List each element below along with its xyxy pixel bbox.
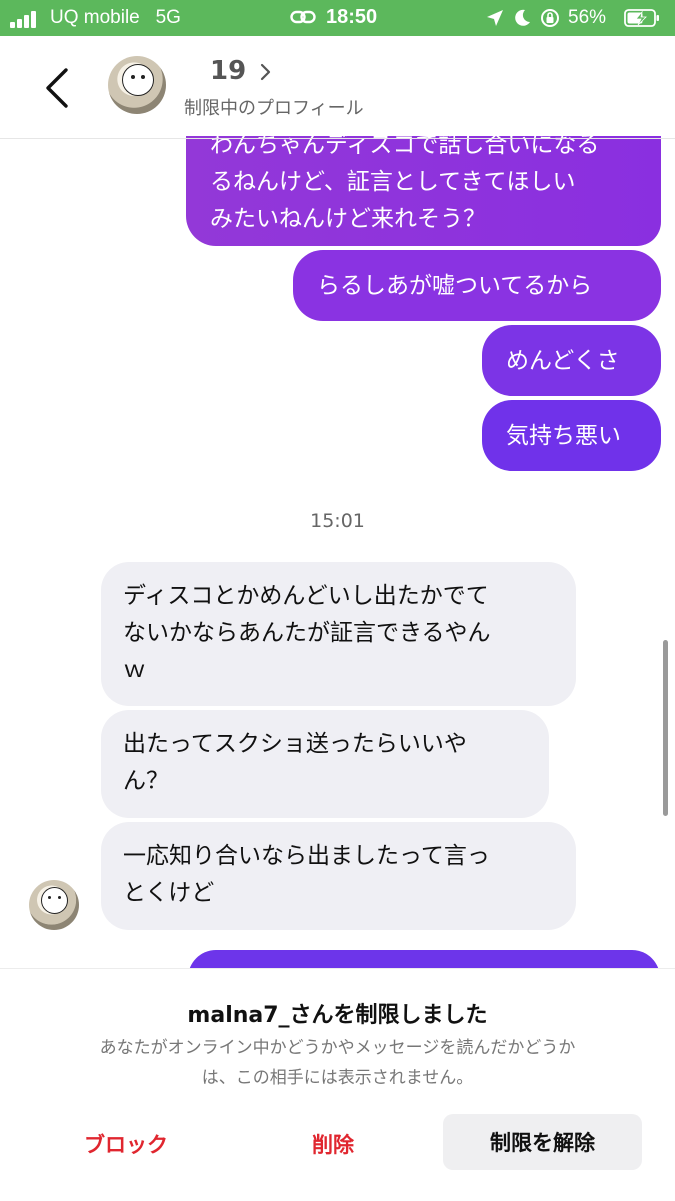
message-line: ｗ [123,657,146,683]
battery-percent: 56% [568,7,607,28]
message-line: ん？ [123,768,169,794]
carrier-name: UQ mobile [50,7,140,28]
moon-icon [515,9,530,26]
message-line: 出たってスクショ送ったらいいや [123,731,467,757]
network-type: 5G [155,7,181,28]
message-timestamp: 15:01 [310,510,365,532]
scrollbar[interactable] [663,640,668,816]
message-line: みたいねんけど来れそう？ [210,206,486,232]
message-line: ディスコとかめんどいし出たかでて [123,583,489,609]
restriction-description: あなたがオンライン中かどうかやメッセージを読んだかどうか は、この相手には表示さ… [40,1033,635,1093]
delete-button[interactable]: 削除 [312,1129,354,1159]
chevron-left-icon[interactable] [42,66,72,110]
message-bubble-sent[interactable]: らるしあが嘘ついてるから [293,250,661,321]
restricted-profile-label: 制限中のプロフィール [184,98,364,119]
orientation-lock-icon [541,9,559,27]
message-text: らるしあが嘘ついてるから [317,272,593,299]
chat-header-overlay: 19 制限中のプロフィール [0,36,675,139]
chevron-right-icon [261,63,271,81]
message-bubble-sent[interactable]: 気持ち悪い [482,400,661,471]
block-button[interactable]: ブロック [84,1129,168,1159]
contact-name: 19 [210,56,247,86]
message-bubble-received[interactable]: ディスコとかめんどいし出たかでて ないかならあんたが証言できるやん ｗ [101,562,576,706]
message-bubble-sent[interactable]: めんどくさ [482,325,661,396]
status-bar: UQ mobile 5G 18:50 56% [0,0,675,36]
contact-name-row[interactable]: 19 [210,56,272,86]
message-bubble-received[interactable]: 出たってスクショ送ったらいいや ん？ [101,710,549,818]
unrestrict-button[interactable]: 制限を解除 [443,1114,642,1170]
message-text: めんどくさ [506,347,620,374]
face-icon [41,887,68,914]
message-line: 一応知り合いなら出ましたって言っ [123,843,490,869]
message-line: ないかならあんたが証言できるやん [123,620,491,646]
location-icon [487,10,503,26]
message-line: るねんけど、証言としてきてほしい [210,169,576,195]
signal-icon [10,10,40,28]
carrier-label: UQ mobile 5G [50,7,181,29]
avatar[interactable] [29,880,79,930]
face-icon [122,64,154,96]
restriction-panel: malna7_さんを制限しました あなたがオンライン中かどうかやメッセージを読ん… [0,968,675,1201]
description-line: あなたがオンライン中かどうかやメッセージを読んだかどうか [99,1038,576,1058]
battery-charging-icon [624,9,659,27]
message-bubble-received[interactable]: 一応知り合いなら出ましたって言っ とくけど [101,822,576,930]
avatar[interactable] [108,56,166,114]
message-text: 気持ち悪い [506,422,621,449]
link-icon [290,10,316,24]
message-line: とくけど [123,880,215,906]
restriction-title: malna7_さんを制限しました [187,1003,488,1028]
description-line: は、この相手には表示されません。 [201,1068,474,1088]
status-time: 18:50 [326,6,378,28]
